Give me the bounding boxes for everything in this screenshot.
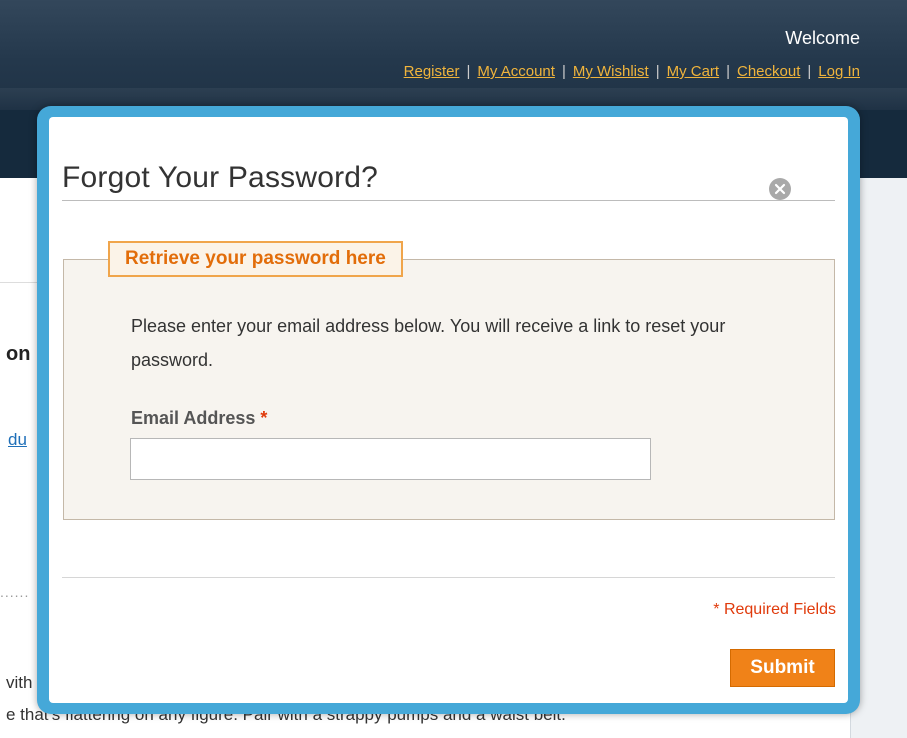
instructions-text: Please enter your email address below. Y… [131,316,726,370]
my-account-link[interactable]: My Account [477,63,555,80]
required-star: * [260,408,268,428]
log-in-link[interactable]: Log In [818,63,860,80]
title-divider [62,200,835,201]
link-separator: | [655,63,660,80]
fieldset-legend: Retrieve your password here [108,241,403,277]
my-wishlist-link[interactable]: My Wishlist [573,63,649,80]
email-label-text: Email Address [131,408,256,428]
link-separator: | [807,63,812,80]
close-icon[interactable] [769,178,791,200]
required-fields-note: * Required Fields [713,601,836,618]
dialog-title: Forgot Your Password? [62,161,379,194]
register-link[interactable]: Register [404,63,460,80]
link-separator: | [561,63,566,80]
email-input[interactable] [130,438,651,480]
background-dots: ...... [0,584,30,600]
modal-frame: Forgot Your Password? Retrieve your pass… [37,106,860,714]
close-x-glyph [774,183,786,195]
background-divider [0,282,40,283]
site-header: Welcome Register | My Account | My Wishlist |… [0,0,907,110]
link-separator: | [466,63,471,80]
top-links: Register | My Account | My Wishlist | My Cart |… [404,63,860,80]
background-link[interactable]: du [8,430,27,450]
checkout-link[interactable]: Checkout [737,63,800,80]
background-text: vith [6,673,33,692]
my-cart-link[interactable]: My Cart [667,63,720,80]
forgot-password-dialog: Forgot Your Password? Retrieve your pass… [49,117,848,703]
submit-button[interactable]: Submit [730,649,835,687]
password-fieldset [63,259,835,520]
link-separator: | [726,63,730,80]
background-heading: on [6,343,31,365]
footer-divider [62,577,835,578]
welcome-message: Welcome [785,28,860,48]
email-label: Email Address * [131,408,267,429]
